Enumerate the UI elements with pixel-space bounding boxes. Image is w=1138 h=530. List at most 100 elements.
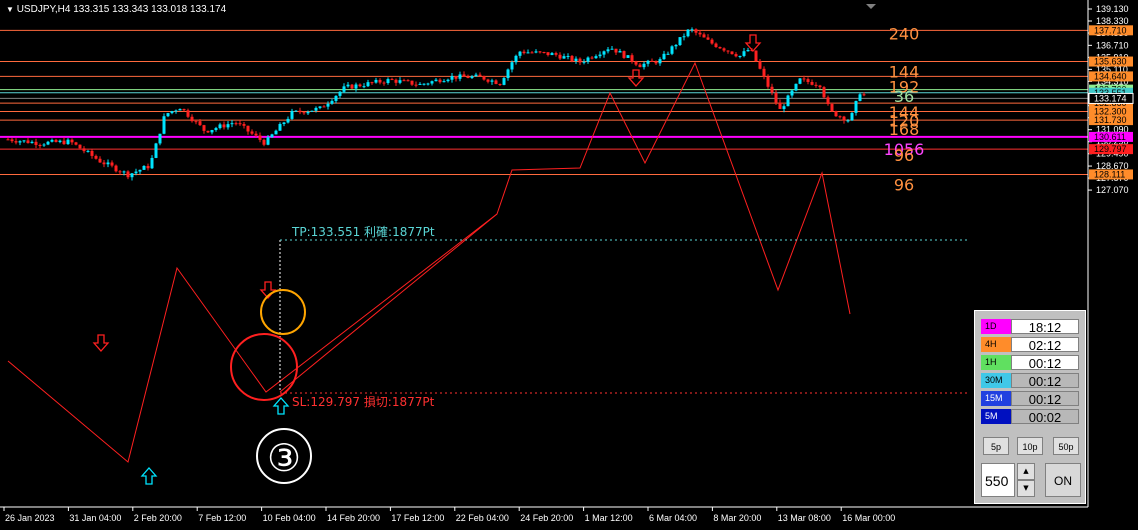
candle-body: [250, 131, 254, 134]
candle-body: [754, 50, 758, 62]
candle-body: [454, 76, 458, 79]
candle-body: [214, 128, 218, 130]
menu-triangle-icon[interactable]: ▼: [6, 5, 14, 14]
candle-body: [14, 141, 18, 143]
candle-body: [474, 74, 478, 77]
candle-body: [606, 49, 610, 52]
candle-body: [526, 52, 530, 54]
candle-body: [766, 76, 770, 87]
candle-body: [34, 141, 38, 145]
candle-body: [42, 144, 46, 146]
candle-body: [726, 50, 730, 52]
candle-body: [282, 122, 286, 124]
candle-body: [490, 80, 494, 82]
candle-body: [238, 123, 242, 125]
candle-body: [798, 78, 802, 84]
sl-label: SL:129.797 損切:1877Pt: [292, 394, 435, 409]
candle-body: [54, 139, 58, 143]
candle-body: [234, 123, 238, 125]
candle-body: [682, 36, 686, 38]
candle-body: [586, 57, 590, 62]
candle-body: [314, 107, 318, 111]
candle-body: [498, 83, 502, 85]
candle-body: [290, 110, 294, 119]
candle-body: [178, 108, 182, 111]
price-tag-text: 131.730: [1094, 115, 1127, 125]
candle-body: [574, 58, 578, 62]
timeframe-row-30m[interactable]: 30M 00:12: [981, 373, 1079, 389]
candle-body: [186, 110, 190, 117]
candle-body: [690, 29, 694, 31]
step-5p-button[interactable]: 5p: [983, 437, 1009, 455]
candle-body: [730, 51, 734, 55]
candle-body: [386, 79, 390, 83]
timeframe-row-15m[interactable]: 15M 00:12: [981, 391, 1079, 407]
time-tick-label: 22 Feb 04:00: [456, 513, 509, 523]
candle-body: [826, 97, 830, 105]
candle-body: [834, 111, 838, 117]
time-tick-label: 6 Mar 04:00: [649, 513, 697, 523]
candle-body: [566, 55, 570, 57]
candle-body: [494, 80, 498, 84]
candle-body: [266, 137, 270, 145]
candle-body: [598, 54, 602, 57]
time-tick-label: 26 Jan 2023: [5, 513, 55, 523]
price-tick-label: 127.070: [1096, 185, 1129, 195]
candle-body: [106, 162, 110, 165]
candle-body: [698, 32, 702, 35]
candle-body: [166, 113, 170, 117]
candle-body: [818, 85, 822, 88]
candle-body: [642, 63, 646, 68]
timeframe-row-5m[interactable]: 5M 00:02: [981, 409, 1079, 425]
candle-body: [518, 51, 522, 56]
candle-body: [154, 143, 158, 158]
candle-body: [630, 55, 634, 62]
candle-body: [366, 82, 370, 87]
candle-body: [814, 84, 818, 86]
candle-body: [398, 80, 402, 83]
candle-body: [570, 55, 574, 62]
candle-body: [806, 79, 810, 82]
candle-body: [358, 84, 362, 87]
step-10p-button[interactable]: 10p: [1017, 437, 1043, 455]
candle-body: [590, 57, 594, 59]
candle-body: [462, 74, 466, 77]
step-50p-button[interactable]: 50p: [1053, 437, 1079, 455]
level-count-label: 240: [889, 24, 920, 43]
tp-label: TP:133.551 利確:1877Pt: [291, 224, 435, 239]
candle-body: [190, 116, 194, 122]
candle-body: [406, 80, 410, 82]
timeframe-row-4h[interactable]: 4H 02:12: [981, 337, 1079, 353]
candle-body: [374, 79, 378, 83]
candle-body: [22, 140, 26, 142]
candle-body: [582, 61, 586, 63]
candle-body: [330, 100, 334, 104]
spin-up-icon[interactable]: ▲: [1017, 463, 1035, 480]
candle-body: [114, 165, 118, 172]
candle-body: [722, 48, 726, 51]
candle-body: [66, 139, 70, 145]
price-chart[interactable]: ③ TP:133.551 利確:1877Pt SL:129.797 損切:187…: [0, 0, 1138, 530]
pips-input[interactable]: 550: [981, 463, 1015, 497]
candle-body: [46, 141, 50, 145]
candle-body: [542, 52, 546, 54]
candle-body: [318, 106, 322, 108]
spin-down-icon[interactable]: ▼: [1017, 480, 1035, 497]
candle-body: [546, 52, 550, 56]
timeframe-countdown: 02:12: [1011, 337, 1079, 353]
candle-body: [422, 83, 426, 85]
on-toggle-button[interactable]: ON: [1045, 463, 1081, 497]
timeframe-row-1d[interactable]: 1D 18:12: [981, 319, 1079, 335]
candle-body: [38, 144, 42, 146]
candle-body: [446, 79, 450, 82]
candle-body: [514, 55, 518, 63]
candle-body: [30, 141, 34, 144]
time-tick-label: 16 Mar 00:00: [842, 513, 895, 523]
candle-body: [370, 82, 374, 84]
candle-body: [286, 118, 290, 123]
candle-body: [382, 82, 386, 84]
candle-body: [118, 171, 122, 173]
timeframe-row-1h[interactable]: 1H 00:12: [981, 355, 1079, 371]
timeframe-countdown: 00:12: [1011, 355, 1079, 371]
candle-body: [126, 171, 130, 178]
